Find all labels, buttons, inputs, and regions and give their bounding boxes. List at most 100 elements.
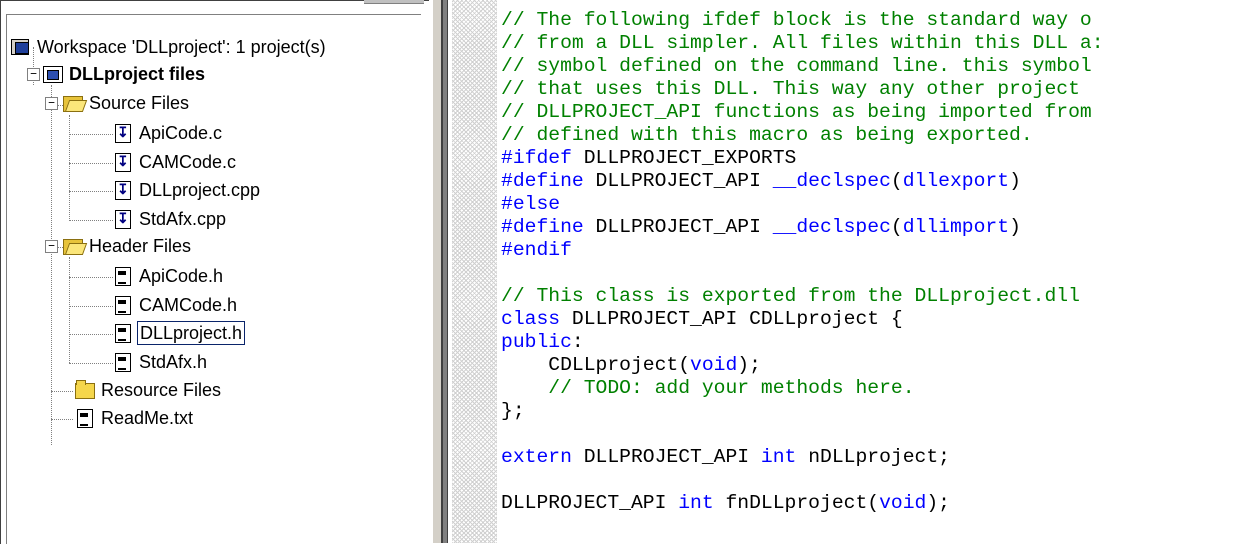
code-token-plain: DLLPROJECT_EXPORTS [571,147,797,169]
code-token-keyword: #define [501,216,584,238]
code-token-keyword: void [690,354,738,376]
code-editor[interactable]: // The following ifdef block is the stan… [448,0,1241,543]
code-line[interactable]: #ifdef DLLPROJECT_EXPORTS [501,147,1104,170]
code-token-plain: ) [1009,216,1021,238]
code-line[interactable]: // TODO: add your methods here. [501,377,1104,400]
code-line[interactable]: #endif [501,239,1104,262]
code-token-comment: // from a DLL simpler. All files within … [501,32,1104,54]
tree-item-readme[interactable]: ReadMe.txt [75,406,195,430]
code-line[interactable]: // The following ifdef block is the stan… [501,9,1104,32]
code-line[interactable] [501,262,1104,285]
open-folder-icon [63,93,83,113]
tree-item-workspace[interactable]: Workspace 'DLLproject': 1 project(s) [11,35,328,59]
tree-item-camcode-c[interactable]: CAMCode.c [113,150,238,174]
cpp-file-icon [113,209,133,229]
code-line[interactable]: // that uses this DLL. This way any othe… [501,78,1104,101]
code-line[interactable]: DLLPROJECT_API int fnDLLproject(void); [501,492,1104,515]
panel-grip[interactable] [364,0,424,4]
tree-item-dllproject-h[interactable]: DLLproject.h [113,321,246,345]
code-line[interactable]: // defined with this macro as being expo… [501,124,1104,147]
code-text[interactable]: // The following ifdef block is the stan… [501,9,1104,515]
code-line[interactable]: // DLLPROJECT_API functions as being imp… [501,101,1104,124]
code-line[interactable] [501,469,1104,492]
code-line[interactable]: class DLLPROJECT_API CDLLproject { [501,308,1104,331]
code-token-keyword: #ifdef [501,147,572,169]
code-token-keyword: class [501,308,561,330]
code-token-keyword: int [760,446,797,468]
code-token-plain: }; [501,400,525,422]
file-label: StdAfx.h [139,352,208,372]
code-token-plain: ) [1009,170,1021,192]
open-folder-icon [63,236,83,256]
code-line[interactable]: // symbol defined on the command line. t… [501,55,1104,78]
code-line[interactable]: extern DLLPROJECT_API int nDLLproject; [501,446,1104,469]
tree-item-resource-files[interactable]: Resource Files [75,378,223,402]
project-label: DLLproject files [69,64,206,84]
header-file-icon [113,352,133,372]
project-icon [43,64,63,84]
code-token-comment: // This class is exported from the DLLpr… [501,285,1080,307]
code-token-keyword: #define [501,170,584,192]
editor-gutter[interactable] [452,0,497,543]
code-token-plain: DLLPROJECT_API [501,492,679,514]
code-token-keyword: dllexport [902,170,1010,192]
header-file-icon [113,323,133,343]
code-line[interactable]: #else [501,193,1104,216]
code-token-keyword: extern [501,446,572,468]
tree-item-source-files[interactable]: Source Files [63,91,191,115]
code-line[interactable] [501,423,1104,446]
collapse-project-toggle[interactable]: − [27,68,40,81]
tree-item-apicode-c[interactable]: ApiCode.c [113,121,224,145]
code-token-keyword: void [879,492,927,514]
code-token-plain: DLLPROJECT_API [583,216,773,238]
file-label: DLLproject.cpp [139,180,261,200]
panel-splitter[interactable] [432,0,449,543]
tree-item-camcode-h[interactable]: CAMCode.h [113,293,239,317]
code-line[interactable]: // from a DLL simpler. All files within … [501,32,1104,55]
code-token-plain: DLLPROJECT_API [583,170,773,192]
file-label: ApiCode.h [139,266,224,286]
code-token-plain: DLLPROJECT_API [571,446,761,468]
tree-item-apicode-h[interactable]: ApiCode.h [113,264,225,288]
code-token-plain: ( [890,216,903,238]
selected-file-label: DLLproject.h [137,321,246,345]
code-line[interactable]: #define DLLPROJECT_API __declspec(dllimp… [501,216,1104,239]
collapse-source-toggle[interactable]: − [45,97,58,110]
code-line[interactable]: CDLLproject(void); [501,354,1104,377]
tree-item-stdafx-cpp[interactable]: StdAfx.cpp [113,207,228,231]
tree-item-header-files[interactable]: Header Files [63,234,193,258]
code-token-keyword: dllimport [902,216,1010,238]
code-token-comment: // DLLPROJECT_API functions as being imp… [501,101,1092,123]
file-view-tree: Workspace 'DLLproject': 1 project(s) − D… [6,14,421,544]
code-token-plain: ); [737,354,761,376]
code-token-comment: // defined with this macro as being expo… [501,124,1033,146]
file-label: ApiCode.c [139,123,223,143]
header-file-icon [113,295,133,315]
tree-item-dllproject-cpp[interactable]: DLLproject.cpp [113,178,262,202]
code-token-plain: nDLLproject; [796,446,950,468]
code-token-comment: // TODO: add your methods here. [548,377,915,399]
tree-item-project[interactable]: DLLproject files [43,62,207,86]
code-line[interactable]: public: [501,331,1104,354]
text-file-icon [75,408,95,428]
file-label: CAMCode.c [139,152,237,172]
tree-item-stdafx-h[interactable]: StdAfx.h [113,350,209,374]
code-token-comment: // that uses this DLL. This way any othe… [501,78,1092,100]
readme-label: ReadMe.txt [101,408,194,428]
code-token-comment: // The following ifdef block is the stan… [501,9,1092,31]
workspace-panel: Workspace 'DLLproject': 1 project(s) − D… [0,0,448,544]
collapse-header-toggle[interactable]: − [45,240,58,253]
code-line[interactable]: // This class is exported from the DLLpr… [501,285,1104,308]
header-file-icon [113,266,133,286]
code-token-plain: DLLPROJECT_API CDLLproject { [560,308,903,330]
workspace-label: Workspace 'DLLproject': 1 project(s) [37,37,326,57]
code-token-keyword: #endif [501,239,572,261]
code-token-keyword: #else [501,193,561,215]
code-token-plain: ( [890,170,903,192]
cpp-file-icon [113,152,133,172]
file-label: CAMCode.h [139,295,238,315]
code-line[interactable]: }; [501,400,1104,423]
code-line[interactable]: #define DLLPROJECT_API __declspec(dllexp… [501,170,1104,193]
file-label: StdAfx.cpp [139,209,227,229]
